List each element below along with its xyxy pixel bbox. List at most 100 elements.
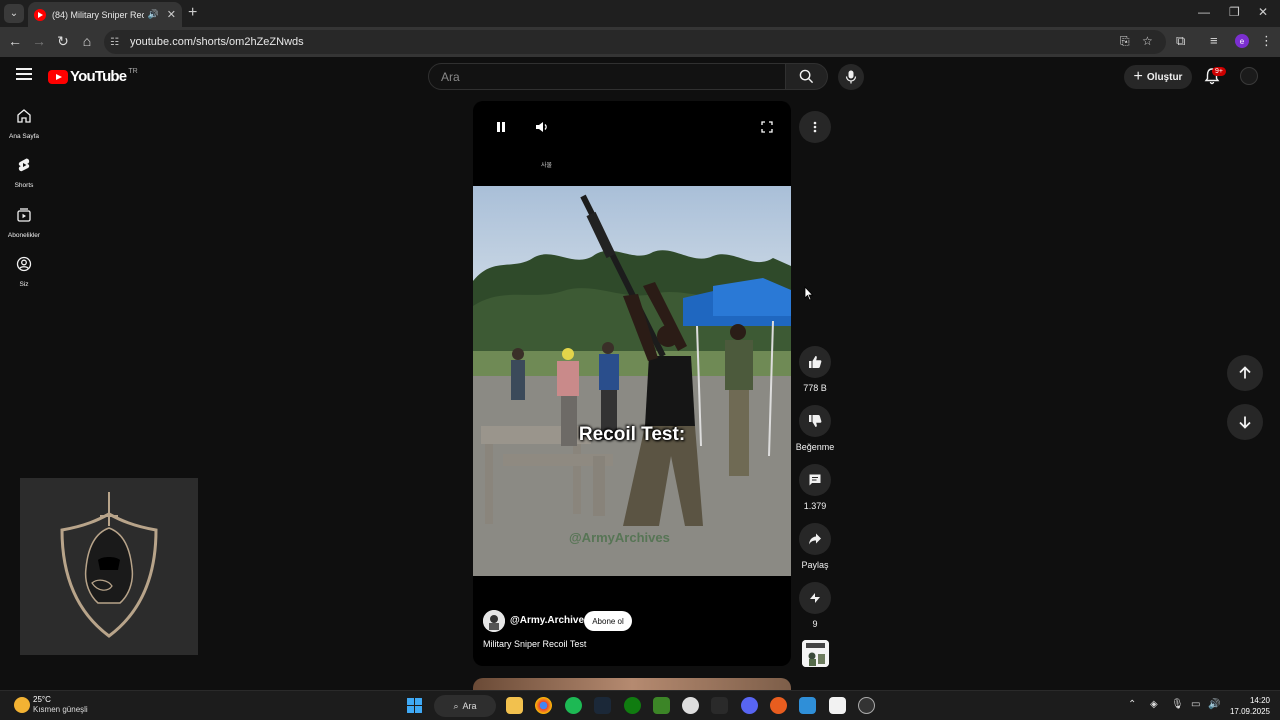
obs-icon[interactable] xyxy=(858,697,875,714)
weather-sun-icon[interactable] xyxy=(14,697,30,713)
channel-avatar[interactable] xyxy=(483,610,505,632)
new-tab-button[interactable]: + xyxy=(188,4,197,22)
search-icon: ⌕ xyxy=(453,700,459,711)
more-vert-icon xyxy=(813,121,817,133)
chrome-icon[interactable] xyxy=(535,697,552,714)
volume-tray-icon[interactable]: 🔊 xyxy=(1208,699,1220,710)
video-frame[interactable]: Recoil Test: @ArmyArchives xyxy=(473,186,791,576)
windows-start-icon[interactable] xyxy=(406,697,423,714)
tab-audio-icon[interactable]: 🔊 xyxy=(148,9,159,20)
comments-button[interactable] xyxy=(799,464,831,496)
more-options-button[interactable] xyxy=(799,111,831,143)
media-controls-icon[interactable]: ≡ xyxy=(1210,33,1218,48)
youtube-logo[interactable]: YouTube TR xyxy=(48,68,138,85)
tab-search-button[interactable]: ⌄ xyxy=(4,4,24,23)
sidebar-item-home[interactable]: Ana Sayfa xyxy=(0,108,48,140)
tab-close-icon[interactable]: ✕ xyxy=(167,8,176,21)
browser-profile-avatar[interactable]: e xyxy=(1235,34,1249,48)
pause-icon[interactable] xyxy=(495,121,507,133)
browser-menu-icon[interactable]: ⋮ xyxy=(1260,33,1273,49)
video-tag: 사물 xyxy=(541,163,553,169)
shorts-player[interactable]: 사물 Recoil Test: @ArmyArchives @Army.Arch… xyxy=(473,101,791,666)
remix-count: 9 xyxy=(812,619,818,629)
browser-tab-bar: ⌄ (84) Military Sniper Recoil Test 🔊 ✕ +… xyxy=(0,0,1280,27)
share-icon xyxy=(809,533,821,545)
sidebar-item-shorts[interactable]: Shorts xyxy=(0,157,48,189)
next-short-button[interactable] xyxy=(1227,404,1263,440)
thumb-down-icon xyxy=(809,415,822,427)
xbox-icon[interactable] xyxy=(624,697,641,714)
search-icon xyxy=(799,69,814,84)
system-clock[interactable]: 14:20 17.09.2025 xyxy=(1226,695,1270,717)
fullscreen-icon[interactable] xyxy=(761,121,773,133)
steam-icon[interactable] xyxy=(594,697,611,714)
search-button[interactable] xyxy=(786,63,828,90)
create-button[interactable]: + Oluştur xyxy=(1124,65,1192,89)
channel-name[interactable]: @Army.Archives xyxy=(510,615,590,626)
back-button[interactable]: ← xyxy=(6,33,24,49)
home-icon xyxy=(17,109,31,123)
profile-icon xyxy=(16,256,32,272)
video-scene xyxy=(473,186,791,576)
site-info-icon[interactable]: ☷ xyxy=(110,37,124,48)
sidebar-item-subscriptions[interactable]: Abonelikler xyxy=(0,207,48,239)
comment-count: 1.379 xyxy=(803,501,827,511)
restore-button[interactable]: ❐ xyxy=(1229,5,1240,19)
home-button[interactable]: ⌂ xyxy=(78,33,96,49)
network-icon[interactable]: ▭ xyxy=(1191,699,1200,710)
active-tab[interactable]: (84) Military Sniper Recoil Test 🔊 ✕ xyxy=(28,2,182,27)
country-code: TR xyxy=(128,68,138,75)
epic-games-icon[interactable] xyxy=(711,697,728,714)
microphone-tray-icon[interactable]: 🎙 xyxy=(1171,699,1184,710)
minimize-button[interactable]: — xyxy=(1198,5,1210,19)
video-title[interactable]: Military Sniper Recoil Test xyxy=(483,639,586,649)
tray-overflow-icon[interactable]: ⌃ xyxy=(1128,699,1136,710)
app-icon[interactable] xyxy=(770,697,787,714)
defender-icon[interactable]: ◈ xyxy=(1150,699,1158,710)
next-short-preview[interactable] xyxy=(473,678,791,690)
volume-icon[interactable] xyxy=(535,121,549,133)
bookmark-star-icon[interactable]: ☆ xyxy=(1142,34,1153,48)
arrow-down-icon xyxy=(1239,416,1251,429)
extensions-icon[interactable]: ⧉ xyxy=(1176,33,1185,49)
forward-button[interactable]: → xyxy=(30,33,48,49)
mic-icon xyxy=(845,70,857,84)
sound-thumbnail[interactable] xyxy=(802,640,829,667)
subscriptions-icon xyxy=(17,208,31,222)
windows-taskbar: 25°C Kısmen güneşli ⌕ Ara ⌃ ◈ 🎙 ▭ 🔊 14:2… xyxy=(0,690,1280,720)
youtube-play-icon xyxy=(48,69,68,84)
like-button[interactable] xyxy=(799,346,831,378)
minecraft-icon[interactable] xyxy=(653,697,670,714)
taskbar-search[interactable]: ⌕ Ara xyxy=(434,695,496,717)
thumb-up-icon xyxy=(809,356,822,368)
app-icon[interactable] xyxy=(799,697,816,714)
address-bar[interactable]: ☷ youtube.com/shorts/om2hZeZNwds xyxy=(104,30,1166,54)
voice-search-button[interactable] xyxy=(838,64,864,90)
spotify-icon[interactable] xyxy=(565,697,582,714)
guide-menu-icon[interactable] xyxy=(16,68,32,82)
subscribe-button[interactable]: Abone ol xyxy=(584,611,632,631)
app-icon[interactable] xyxy=(829,697,846,714)
remix-icon xyxy=(810,593,820,603)
dislike-button[interactable] xyxy=(799,405,831,437)
temperature: 25°C xyxy=(33,695,51,704)
install-app-icon[interactable]: ⎘ xyxy=(1120,34,1130,49)
share-action: Paylaş xyxy=(795,523,835,570)
window-close-button[interactable]: ✕ xyxy=(1258,5,1268,19)
reload-button[interactable]: ↻ xyxy=(54,33,72,50)
video-watermark: @ArmyArchives xyxy=(569,530,670,545)
app-icon[interactable] xyxy=(682,697,699,714)
weather-condition: Kısmen güneşli xyxy=(33,705,88,714)
knight-shield-logo xyxy=(60,492,158,638)
share-button[interactable] xyxy=(799,523,831,555)
file-explorer-icon[interactable] xyxy=(506,697,523,714)
sidebar-item-you[interactable]: Siz xyxy=(0,256,48,288)
weather-widget[interactable]: 25°C Kısmen güneşli xyxy=(33,695,88,715)
previous-short-button[interactable] xyxy=(1227,355,1263,391)
share-label: Paylaş xyxy=(801,560,829,570)
search-input[interactable] xyxy=(428,63,786,90)
remix-button[interactable] xyxy=(799,582,831,614)
discord-icon[interactable] xyxy=(741,697,758,714)
account-avatar[interactable] xyxy=(1240,67,1258,85)
url-text: youtube.com/shorts/om2hZeZNwds xyxy=(130,36,304,48)
